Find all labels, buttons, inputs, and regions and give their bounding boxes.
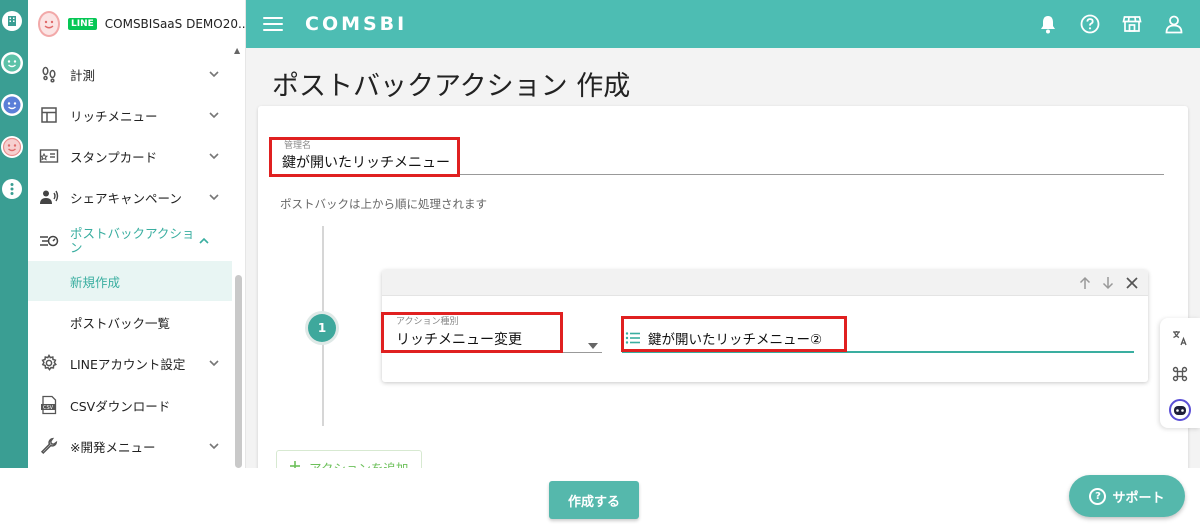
sidebar-item-share-campaign[interactable]: シェアキャンペーン — [28, 177, 232, 217]
command-icon[interactable] — [1168, 362, 1192, 386]
bell-icon[interactable] — [1036, 12, 1060, 36]
top-header: COMSBI — [246, 0, 1200, 48]
chevron-down-icon — [208, 357, 220, 369]
step-number-badge: 1 — [308, 314, 336, 342]
chevron-down-icon — [208, 191, 220, 203]
sidebar-item-label: スタンプカード — [70, 149, 158, 165]
account-avatar-blue-icon[interactable] — [0, 92, 24, 118]
help-circle-icon: ? — [1089, 487, 1107, 505]
sidebar-subitem-new[interactable]: 新規作成 — [28, 261, 232, 301]
building-icon[interactable] — [0, 8, 24, 34]
sidebar: LINE COMSBISaaS DEMO20... 計測 リッチメニュー スタン… — [28, 0, 249, 468]
account-name: COMSBISaaS DEMO20... — [104, 17, 250, 31]
action-card-header — [382, 270, 1148, 296]
postback-order-hint: ポストバックは上から順に処理されます — [280, 197, 487, 211]
line-badge: LINE — [68, 18, 97, 30]
caret-down-icon[interactable] — [588, 334, 598, 349]
highlight-box-rich-menu — [621, 316, 847, 352]
sidebar-item-postback-action[interactable]: ポストバックアクション — [28, 219, 232, 263]
svg-text:CSV: CSV — [43, 405, 54, 411]
floating-toolbar — [1160, 318, 1200, 428]
highlight-box-action-type — [381, 312, 563, 353]
form-card: 管理名 鍵が開いたリッチメニュー ポストバックは上から順に処理されます 1 アク… — [258, 106, 1188, 498]
account-avatar — [38, 11, 60, 37]
sidebar-item-dev-menu[interactable]: ※開発メニュー — [28, 426, 232, 466]
sidebar-item-label: 計測 — [70, 67, 96, 83]
sidebar-item-label: リッチメニュー — [70, 108, 158, 124]
chevron-down-icon — [208, 150, 220, 162]
action-card: アクション種別 リッチメニュー変更 鍵が開いたリッチメニュー② — [381, 270, 1148, 382]
translate-icon[interactable] — [1168, 326, 1192, 350]
app-switcher-rail — [0, 0, 28, 468]
assistant-bot-icon[interactable] — [1168, 398, 1192, 422]
sidebar-item-measurement[interactable]: 計測 — [28, 54, 232, 94]
hamburger-menu-icon[interactable] — [263, 17, 283, 31]
sidebar-item-rich-menu[interactable]: リッチメニュー — [28, 95, 232, 135]
highlight-box-name — [269, 137, 460, 177]
sidebar-item-label: ※開発メニュー — [70, 439, 156, 455]
shop-icon[interactable] — [1120, 12, 1144, 36]
create-button[interactable]: 作成する — [549, 481, 639, 519]
sidebar-item-label: CSVダウンロード — [70, 398, 171, 414]
help-icon[interactable] — [1078, 12, 1102, 36]
sidebar-item-csv-download[interactable]: CSV CSVダウンロード — [28, 385, 232, 425]
chevron-up-icon — [198, 235, 210, 247]
account-selector[interactable]: LINE COMSBISaaS DEMO20... — [28, 0, 249, 48]
chevron-down-icon — [208, 68, 220, 80]
page-title: ポストバックアクション 作成 — [272, 71, 631, 102]
support-label: サポート — [1112, 490, 1165, 506]
chevron-down-icon — [208, 440, 220, 452]
account-avatar-red-icon[interactable] — [0, 134, 24, 160]
layout-icon — [38, 104, 60, 126]
sidebar-item-label: ポストバックアクション — [70, 226, 195, 255]
sidebar-item-line-account-settings[interactable]: LINEアカウント設定 — [28, 343, 232, 383]
share-icon — [38, 186, 60, 208]
account-avatar-green-icon[interactable] — [0, 50, 24, 76]
close-icon[interactable] — [1123, 274, 1141, 292]
arrow-up-icon[interactable] — [1076, 274, 1094, 292]
sidebar-subitem-postback-list[interactable]: ポストバック一覧 — [28, 302, 232, 342]
chevron-down-icon — [208, 109, 220, 121]
user-icon[interactable] — [1162, 12, 1186, 36]
brand-logo[interactable]: COMSBI — [305, 13, 407, 35]
footprint-icon — [38, 63, 60, 85]
sidebar-scrollbar[interactable] — [235, 275, 242, 468]
stamp-card-icon — [38, 145, 60, 167]
main-content: ポストバックアクション 作成 管理名 鍵が開いたリッチメニュー ポストバックは上… — [246, 48, 1200, 498]
wrench-icon — [38, 435, 60, 457]
header-actions — [1036, 0, 1186, 48]
sidebar-item-stamp-card[interactable]: スタンプカード — [28, 136, 232, 176]
gear-icon — [38, 352, 60, 374]
app-root: LINE COMSBISaaS DEMO20... 計測 リッチメニュー スタン… — [0, 0, 1200, 528]
csv-icon: CSV — [38, 394, 60, 416]
scroll-up-arrow-icon[interactable]: ▲ — [234, 46, 240, 55]
sidebar-item-label: シェアキャンペーン — [70, 190, 182, 206]
postback-icon — [38, 230, 60, 252]
support-button[interactable]: ? サポート — [1069, 475, 1185, 517]
arrow-down-icon[interactable] — [1099, 274, 1117, 292]
more-vertical-icon[interactable] — [0, 176, 24, 202]
sidebar-item-label: LINEアカウント設定 — [70, 356, 186, 372]
